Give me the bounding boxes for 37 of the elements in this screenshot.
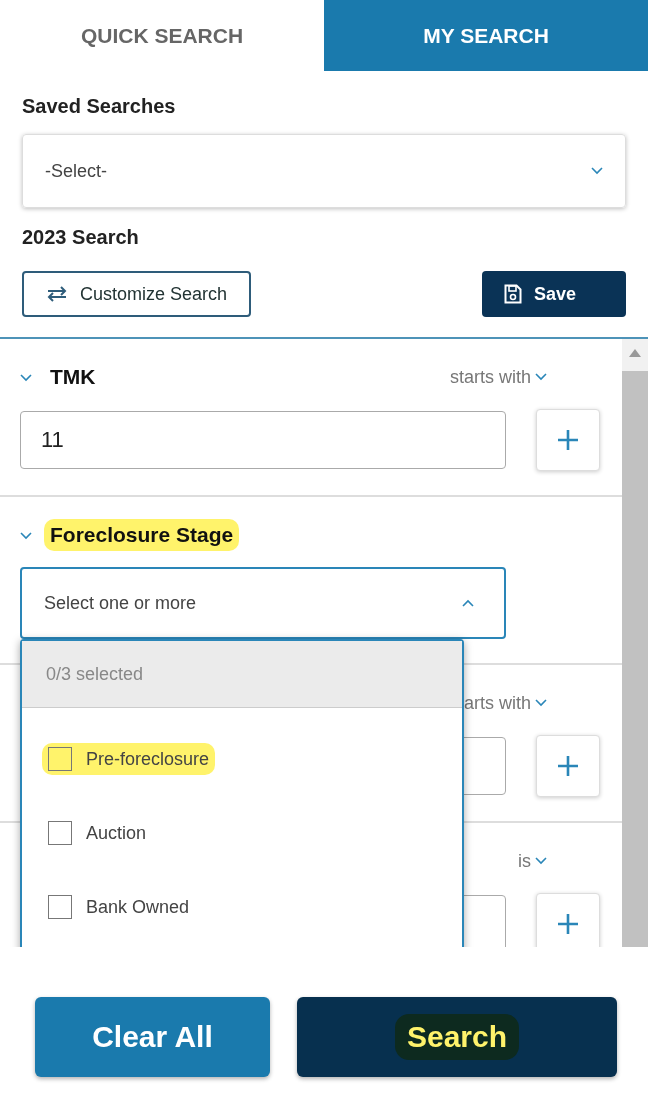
chevron-up-icon	[462, 599, 474, 607]
scroll-up-icon[interactable]	[629, 349, 641, 357]
plus-icon	[557, 913, 579, 935]
clear-all-button[interactable]: Clear All	[35, 997, 270, 1077]
checkbox[interactable]	[48, 895, 72, 919]
search-name: 2023 Search	[22, 226, 139, 249]
chevron-down-icon	[535, 857, 547, 865]
checkbox[interactable]	[48, 821, 72, 845]
option-item[interactable]: Bank Owned	[22, 870, 462, 944]
search-button[interactable]: Search	[297, 997, 617, 1077]
operator-dropdown[interactable]: arts with	[463, 692, 565, 714]
chevron-down-icon	[535, 373, 547, 381]
plus-icon	[557, 755, 579, 777]
plus-icon	[557, 429, 579, 451]
option-item[interactable]: Auction	[22, 796, 462, 870]
customize-search-button[interactable]: Customize Search	[22, 271, 252, 317]
add-button[interactable]	[536, 893, 600, 947]
text-field[interactable]: 11	[20, 411, 506, 469]
operator-dropdown[interactable]: starts with	[449, 366, 565, 388]
chevron-down-icon	[20, 374, 32, 382]
operator-dropdown[interactable]: is	[518, 850, 565, 872]
filter-title: Foreclosure Stage	[44, 519, 240, 551]
chevron-down-icon	[535, 699, 547, 707]
checkbox[interactable]	[48, 747, 72, 771]
scrollbar[interactable]	[622, 339, 648, 947]
chevron-down-icon	[20, 532, 32, 540]
save-icon	[503, 284, 522, 304]
swap-arrows-icon	[46, 286, 68, 302]
save-button[interactable]: Save	[481, 271, 626, 317]
option-item[interactable]: Pre-foreclosure	[22, 722, 462, 796]
saved-searches-dropdown[interactable]: -Select-	[22, 134, 626, 208]
filter-title: TMK	[50, 365, 96, 389]
tab[interactable]: MY SEARCH	[324, 0, 648, 71]
selection-count: 0/3 selected	[22, 641, 462, 708]
chevron-down-icon	[591, 167, 603, 175]
section-label: Saved Searches	[22, 95, 176, 118]
multiselect-field[interactable]: Select one or more	[20, 567, 506, 639]
